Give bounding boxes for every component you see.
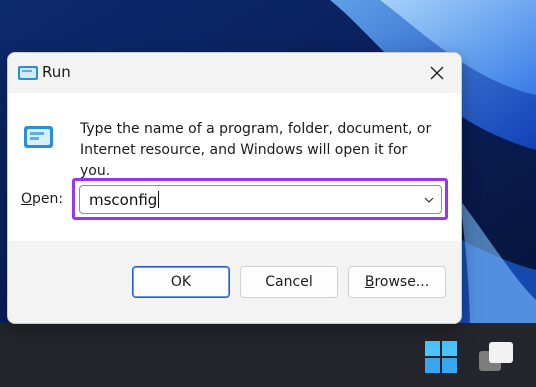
open-combobox[interactable]: msconfig — [79, 185, 442, 214]
run-icon — [18, 66, 38, 80]
run-icon — [24, 126, 53, 148]
text-caret — [158, 191, 160, 208]
open-label-text: pen: — [32, 191, 64, 207]
browse-button[interactable]: Browse... — [348, 266, 446, 298]
open-input-value: msconfig — [89, 191, 158, 209]
cancel-button[interactable]: Cancel — [240, 266, 338, 298]
run-dialog: Run Type the name of a program, folder, … — [7, 52, 462, 324]
windows-start-icon[interactable] — [424, 340, 458, 374]
browse-label-rest: rowse... — [374, 274, 430, 290]
ok-button[interactable]: OK — [132, 266, 230, 298]
title-bar[interactable]: Run — [8, 53, 461, 93]
open-label: Open: — [21, 191, 63, 207]
chevron-down-icon[interactable] — [423, 194, 435, 206]
open-input[interactable]: msconfig — [89, 191, 160, 209]
dialog-body: Type the name of a program, folder, docu… — [8, 93, 461, 241]
open-label-mnemonic: O — [21, 191, 33, 207]
dialog-description: Type the name of a program, folder, docu… — [80, 121, 432, 179]
browse-mnemonic: B — [364, 274, 375, 290]
close-button[interactable] — [413, 53, 461, 93]
close-icon — [430, 66, 444, 80]
button-bar: OK Cancel Browse... — [8, 241, 461, 323]
task-view-icon[interactable] — [477, 340, 515, 374]
window-title: Run — [42, 63, 71, 81]
